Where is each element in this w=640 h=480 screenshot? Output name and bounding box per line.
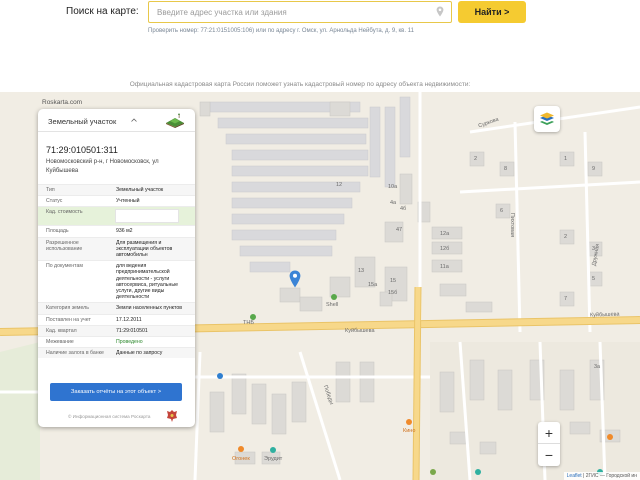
table-row: Статус Учтенный <box>38 195 195 206</box>
table-row: Поставлен на учет 17.12.2011 <box>38 313 195 325</box>
parcel-address: Новомосковский р-н, г Новомосковск, ул К… <box>46 159 159 174</box>
house-number: 9 <box>592 166 596 172</box>
layers-button[interactable] <box>534 106 560 132</box>
row-key: Разрешенное использование <box>46 239 83 252</box>
zoom-in-button[interactable]: + <box>538 422 560 444</box>
row-key: Межевание <box>46 339 74 346</box>
house-number: 3 <box>592 246 596 252</box>
row-key: Тип <box>46 187 55 193</box>
location-pin-icon[interactable] <box>436 6 444 17</box>
house-number: 4a <box>390 200 397 206</box>
house-number: 15б <box>388 290 398 296</box>
row-value: Данные по запросу <box>116 350 163 357</box>
poi-label: Shell <box>326 302 339 308</box>
table-row: По документам для ведения предпринимател… <box>38 260 195 302</box>
row-key: Кад. квартал <box>46 327 77 334</box>
house-number: 15 <box>390 278 397 284</box>
parcel-details-table: Тип Земельный участок Статус Учтенный Ка… <box>38 184 195 359</box>
state-emblem-icon <box>167 410 177 422</box>
table-row: Межевание Проведено <box>38 336 195 347</box>
house-number: 12a <box>440 231 450 237</box>
row-value: Проведено <box>116 339 143 346</box>
house-number: 12 <box>336 182 343 188</box>
tagline: Официальная кадастровая карта России пом… <box>129 81 471 88</box>
attribution-text: | 2ГИС — Городской ин <box>581 473 637 479</box>
poi-label: ТНБ <box>243 320 254 326</box>
house-number: 8 <box>504 166 508 172</box>
zoom-control: + − <box>538 422 560 466</box>
house-number: 1 <box>564 156 568 162</box>
table-row: Категория земель Земли населенных пункто… <box>38 302 195 314</box>
table-row: Разрешенное использование Для размещения… <box>38 236 195 261</box>
house-number: 2 <box>474 156 478 162</box>
row-value: Земли населенных пунктов <box>116 305 182 312</box>
row-value: 17.12.2011 <box>116 316 142 323</box>
house-number: 7 <box>564 296 568 302</box>
search-label: Поиск на карте: <box>66 6 139 17</box>
house-number: 11a <box>440 264 449 270</box>
poi-label: Кино <box>403 428 416 434</box>
cadastral-map[interactable]: Roskarta.com Суркова Пихтовая Дружная Ку… <box>0 92 640 480</box>
row-key: Статус <box>46 198 63 205</box>
table-row: Кад. стоимость <box>38 206 195 226</box>
row-value: 71:29:010501 <box>116 327 148 334</box>
panel-header[interactable]: Земельный участок <box>38 109 195 132</box>
zoom-out-button[interactable]: − <box>538 444 560 466</box>
row-value: Земельный участок <box>116 187 164 193</box>
house-number: 13 <box>358 268 365 274</box>
street-label: Куйбышева <box>345 328 375 334</box>
cadastral-number: 71:29:010501:311 <box>46 145 118 155</box>
land-plot-icon <box>166 113 184 128</box>
cadastral-value-box <box>115 209 179 224</box>
house-number: 47 <box>396 227 403 233</box>
house-number: 2 <box>564 234 568 240</box>
house-number: 6 <box>500 208 504 214</box>
house-number: 3a <box>594 364 601 370</box>
search-input[interactable] <box>148 1 452 23</box>
table-row: Площадь 936 м2 <box>38 225 195 236</box>
row-value: Учтенный <box>116 198 140 205</box>
row-value <box>108 207 195 225</box>
row-key: Наличие залога в банке <box>46 350 104 357</box>
search-header: Поиск на карте: Найти > Проверить номер:… <box>0 0 640 92</box>
chevron-up-icon[interactable] <box>131 118 137 122</box>
table-row: Кад. квартал 71:29:010501 <box>38 324 195 337</box>
table-row: Наличие залога в банке Данные по запросу <box>38 347 195 359</box>
house-number: 12б <box>440 246 450 252</box>
layers-icon <box>540 112 554 125</box>
house-number: 15a <box>368 282 378 288</box>
house-number: 10a <box>388 184 398 190</box>
map-attribution: Leaflet | 2ГИС — Городской ин <box>563 472 640 480</box>
row-key: По документам <box>46 263 83 270</box>
row-value: для ведения предпринимательской деятельн… <box>116 263 178 301</box>
selected-parcel-marker[interactable] <box>289 270 301 288</box>
leaflet-link[interactable]: Leaflet <box>567 473 582 479</box>
table-row: Тип Земельный участок <box>38 184 195 196</box>
row-key: Категория земель <box>46 305 89 312</box>
street-label: Пихтовая <box>509 212 516 238</box>
house-number: 4б <box>400 206 407 212</box>
row-value: 936 м2 <box>116 228 133 235</box>
search-hint[interactable]: Проверить номер: 77:21:0151005:106) или … <box>148 28 414 34</box>
street-label: Куйбышева <box>589 311 620 319</box>
find-button[interactable]: Найти > <box>458 1 526 23</box>
parcel-info-panel: Земельный участок 71:29:010501:311 Новом… <box>38 109 195 427</box>
poi-label: Эрудит <box>264 456 283 462</box>
panel-title: Земельный участок <box>48 117 117 126</box>
row-key: Кад. стоимость <box>46 209 83 216</box>
row-key: Площадь <box>46 228 69 235</box>
panel-footer: © Информационная система Роскарта <box>68 414 151 419</box>
row-value: Для размещения и эксплуатации объектов а… <box>116 239 173 259</box>
poi-label: Огонек <box>232 456 250 462</box>
house-number: 5 <box>592 276 596 282</box>
map-watermark: Roskarta.com <box>42 99 83 106</box>
order-reports-button[interactable]: Заказать отчёты на этот объект > <box>50 383 182 401</box>
row-key: Поставлен на учет <box>46 316 91 323</box>
